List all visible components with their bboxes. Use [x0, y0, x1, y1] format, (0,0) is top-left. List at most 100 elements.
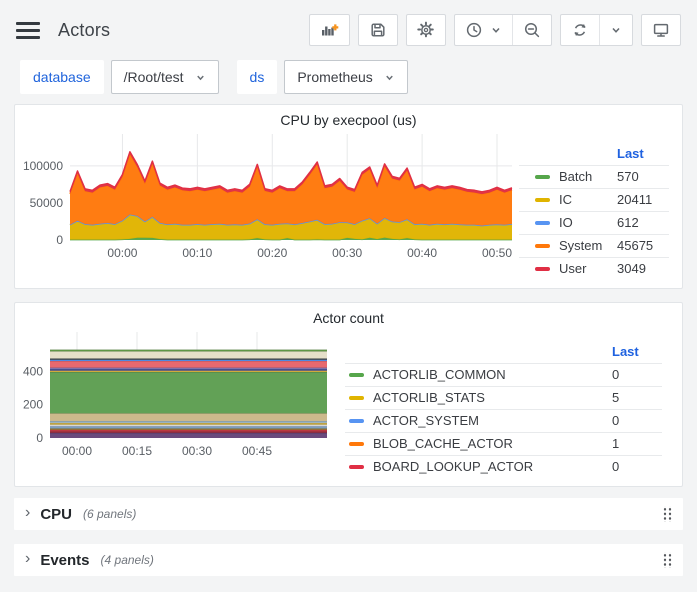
legend-row[interactable]: System45675 [519, 234, 669, 257]
chevron-down-icon [610, 24, 622, 36]
save-icon [369, 21, 387, 39]
svg-text:00:30: 00:30 [332, 246, 362, 259]
legend-row[interactable]: BOARD_LOOKUP_ACTOR 0 [345, 455, 662, 478]
dashboard-settings-button[interactable] [407, 15, 445, 45]
svg-text:0: 0 [56, 233, 63, 247]
clock-icon [465, 21, 483, 39]
panel-title[interactable]: Actor count [15, 303, 682, 327]
series-last-value: 0 [600, 455, 662, 478]
dashboard-header: Actors [0, 0, 697, 52]
row-panel-count: (6 panels) [83, 507, 136, 521]
dashboard-row-cpu[interactable]: › CPU (6 panels) [14, 498, 683, 530]
series-last-value: 612 [605, 211, 669, 234]
variable-select-ds[interactable]: Prometheus [284, 60, 407, 94]
legend-row[interactable]: Batch570 [519, 165, 669, 188]
save-dashboard-button[interactable] [359, 15, 397, 45]
series-label: System [559, 238, 602, 253]
refresh-icon [571, 21, 589, 39]
series-color-swatch [349, 396, 364, 400]
legend-header-last[interactable]: Last [600, 340, 662, 363]
variable-value: Prometheus [297, 69, 372, 85]
series-label: IO [559, 215, 573, 230]
svg-text:100000: 100000 [23, 159, 63, 173]
series-label: BLOB_CACHE_ACTOR [373, 436, 513, 451]
legend-row[interactable]: ACTORLIB_COMMON 0 [345, 363, 662, 386]
series-color-swatch [535, 244, 550, 248]
menu-icon[interactable] [16, 22, 40, 39]
cpu-legend: Last Batch570IC20411IO612System45675User… [519, 142, 669, 280]
refresh-interval-dropdown[interactable] [599, 15, 632, 45]
zoom-out-icon [523, 21, 541, 39]
tv-mode-button[interactable] [642, 15, 680, 45]
svg-text:200: 200 [23, 398, 43, 412]
svg-text:00:00: 00:00 [62, 444, 92, 457]
series-label: ACTORLIB_STATS [373, 390, 485, 405]
chevron-down-icon [384, 72, 395, 83]
svg-text:00:00: 00:00 [107, 246, 137, 259]
row-title: Events [40, 552, 89, 569]
chevron-right-icon: › [25, 504, 30, 522]
series-label: BOARD_LOOKUP_ACTOR [373, 459, 533, 474]
series-last-value: 5 [600, 386, 662, 409]
series-label: ACTOR_SYSTEM [373, 413, 479, 428]
series-color-swatch [349, 419, 364, 423]
svg-text:0: 0 [36, 431, 43, 445]
variable-select-database[interactable]: /Root/test [111, 60, 219, 94]
add-panel-icon [320, 21, 339, 39]
series-label: User [559, 261, 586, 276]
series-label: ACTORLIB_COMMON [373, 367, 506, 382]
series-last-value: 3049 [605, 257, 669, 280]
svg-text:00:50: 00:50 [482, 246, 512, 259]
template-variables: database /Root/test ds Prometheus [20, 60, 681, 94]
row-drag-handle-icon[interactable] [662, 506, 672, 522]
series-last-value: 0 [600, 409, 662, 432]
panel-cpu-by-execpool: CPU by execpool (us) 0 50000 100000 00:00 00… [14, 104, 683, 289]
monitor-icon [652, 21, 670, 39]
series-last-value: 1 [600, 432, 662, 455]
refresh-button[interactable] [561, 15, 599, 45]
legend-row[interactable]: IO 612 [519, 211, 669, 234]
add-panel-button[interactable] [310, 15, 349, 45]
chevron-down-icon [490, 24, 502, 36]
zoom-out-time-button[interactable] [512, 15, 551, 45]
series-last-value: 20411 [605, 188, 669, 211]
svg-text:00:45: 00:45 [242, 444, 272, 457]
dashboard-row-events[interactable]: › Events (4 panels) [14, 544, 683, 576]
legend-row[interactable]: ACTORLIB_STATS 5 [345, 386, 662, 409]
chevron-right-icon: › [25, 550, 30, 568]
svg-text:00:20: 00:20 [257, 246, 287, 259]
series-color-swatch [349, 442, 364, 446]
actor-count-chart[interactable]: 020040000:0000:1500:3000:45 [17, 327, 339, 478]
dashboard-title: Actors [58, 20, 291, 41]
legend-header-last[interactable]: Last [605, 142, 669, 165]
svg-text:00:40: 00:40 [407, 246, 437, 259]
panel-actor-count: Actor count 020040000:0000:1500:3000:45 … [14, 302, 683, 487]
legend-row[interactable]: User 3049 [519, 257, 669, 280]
variable-value: /Root/test [124, 69, 184, 85]
row-title: CPU [40, 506, 72, 523]
svg-text:400: 400 [23, 364, 43, 378]
series-color-swatch [535, 221, 550, 225]
chevron-down-icon [195, 72, 206, 83]
svg-text:00:30: 00:30 [182, 444, 212, 457]
row-drag-handle-icon[interactable] [662, 552, 672, 568]
gear-icon [417, 21, 435, 39]
actor-count-legend: Last ACTORLIB_COMMON0ACTORLIB_STATS5ACTO… [345, 340, 662, 478]
legend-row[interactable]: ACTOR_SYSTEM 0 [345, 409, 662, 432]
time-range-picker[interactable] [455, 15, 512, 45]
series-color-swatch [535, 198, 550, 202]
series-color-swatch [535, 267, 550, 271]
legend-row[interactable]: IC 20411 [519, 188, 669, 211]
series-label: IC [559, 192, 572, 207]
svg-text:50000: 50000 [30, 196, 64, 210]
row-panel-count: (4 panels) [101, 553, 154, 567]
svg-text:00:10: 00:10 [182, 246, 212, 259]
series-color-swatch [349, 373, 364, 377]
panel-title[interactable]: CPU by execpool (us) [15, 105, 682, 129]
variable-label-ds: ds [237, 60, 278, 94]
cpu-chart[interactable]: 0 50000 100000 00:00 00:10 00:20 00:30 00:40 00:… [17, 129, 519, 280]
series-color-swatch [349, 465, 364, 469]
legend-row[interactable]: BLOB_CACHE_ACTOR 1 [345, 432, 662, 455]
toolbar [309, 14, 681, 46]
series-last-value: 0 [600, 363, 662, 386]
